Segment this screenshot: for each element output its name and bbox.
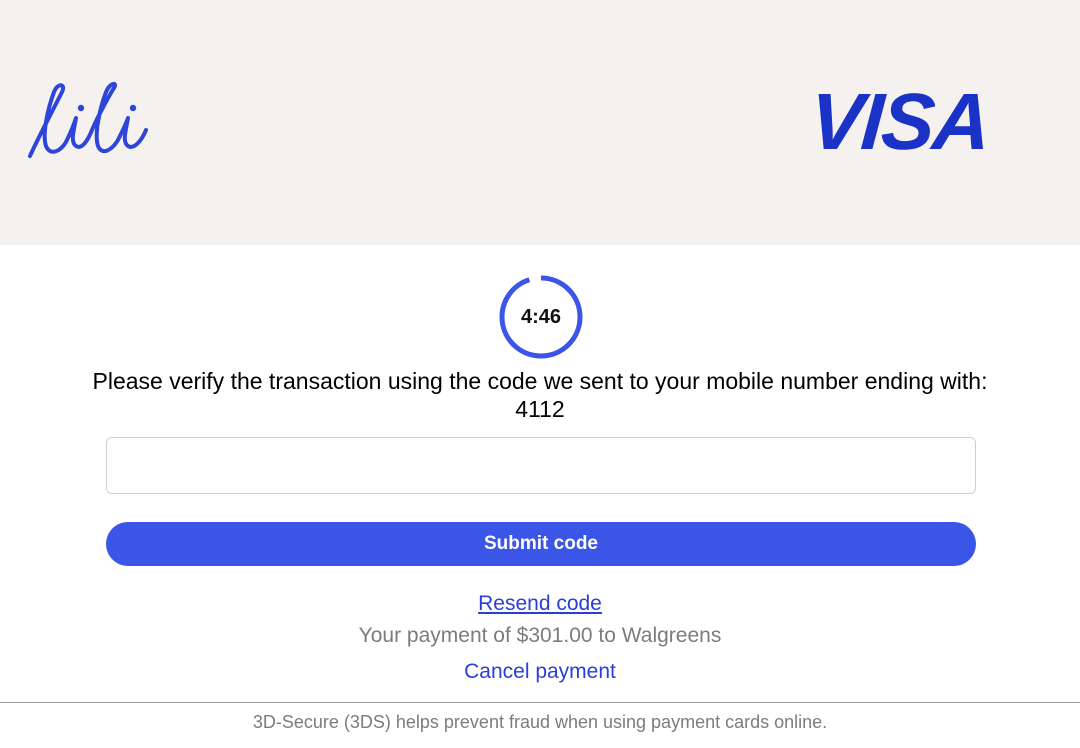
verification-message: Please verify the transaction using the … — [92, 368, 988, 422]
cancel-payment-link[interactable]: Cancel payment — [464, 660, 616, 683]
timer-value: 4:46 — [520, 305, 562, 328]
countdown-timer: 4:46 — [498, 274, 584, 360]
lili-logo — [28, 81, 148, 158]
footer-divider — [0, 702, 1080, 703]
verification-code-input[interactable] — [106, 437, 976, 494]
3ds-verification-page: VISA 4:46 Please verify the transaction … — [0, 0, 1080, 748]
header-banner: VISA — [0, 0, 1080, 245]
submit-code-button[interactable]: Submit code — [106, 522, 976, 566]
visa-logo: VISA — [806, 77, 992, 166]
cancel-payment-container: Cancel payment — [0, 660, 1080, 684]
resend-code-container: Resend code — [0, 592, 1080, 616]
payment-summary: Your payment of $301.00 to Walgreens — [358, 624, 722, 647]
footer-note: 3D-Secure (3DS) helps prevent fraud when… — [252, 712, 828, 732]
resend-code-link[interactable]: Resend code — [478, 592, 602, 615]
